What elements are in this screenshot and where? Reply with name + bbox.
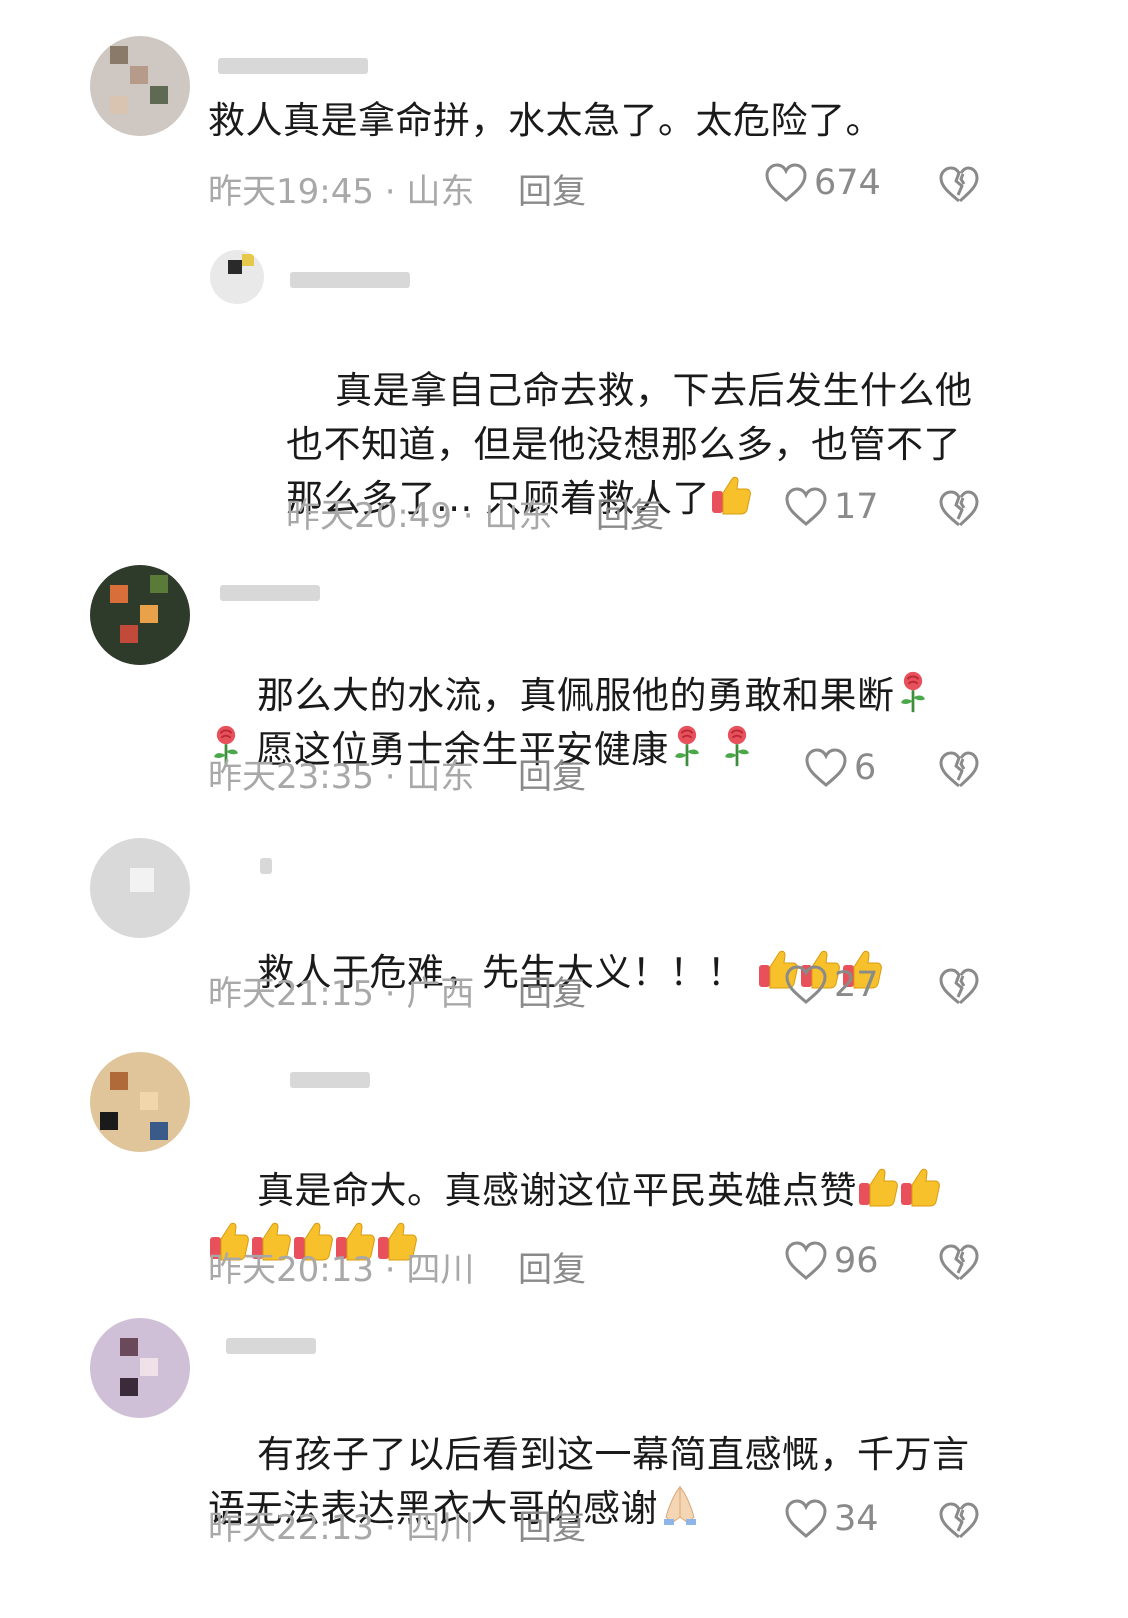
reply-button[interactable]: 回复 [518, 749, 586, 798]
broken-heart-icon[interactable] [938, 164, 980, 206]
avatar[interactable] [90, 36, 190, 136]
heart-outline-icon [784, 1240, 828, 1282]
username-blurred[interactable] [290, 262, 470, 296]
broken-heart-icon[interactable] [938, 749, 980, 791]
comment-text: 救人真是拿命拼，水太急了。太危险了。 [208, 99, 883, 142]
username-blurred[interactable] [210, 575, 390, 609]
avatar[interactable] [90, 1318, 190, 1418]
like-button[interactable]: 27 [784, 964, 879, 1006]
like-count: 17 [834, 487, 879, 527]
heart-outline-icon [764, 162, 808, 204]
like-count: 27 [834, 965, 879, 1005]
avatar[interactable] [210, 250, 264, 304]
avatar[interactable] [90, 1052, 190, 1152]
broken-heart-icon[interactable] [938, 1242, 980, 1284]
like-button[interactable]: 17 [784, 486, 879, 528]
heart-outline-icon [804, 747, 848, 789]
comment-time-location: 昨天20:13 · 四川 [208, 1250, 475, 1290]
like-button[interactable]: 674 [764, 162, 881, 204]
reply-button[interactable]: 回复 [518, 1242, 586, 1291]
like-button[interactable]: 96 [784, 1240, 879, 1282]
username-blurred[interactable] [210, 848, 390, 882]
thumbs-up-emoji [899, 1165, 941, 1209]
comment-time-location: 昨天20:49 · 山东 [286, 496, 553, 536]
like-button[interactable]: 34 [784, 1498, 879, 1540]
comment-text: 真是命大。真感谢这位平民英雄点赞 [208, 1110, 998, 1326]
broken-heart-icon[interactable] [938, 488, 980, 530]
comment-item: 真是命大。真感谢这位平民英雄点赞 昨天20:13 · 四川 回复 96 [0, 1052, 1128, 1292]
comment-item: 有孩子了以后看到这一幕简直感慨，千万言语无法表达黑衣大哥的感谢 昨天22:13 … [0, 1318, 1128, 1558]
like-count: 674 [814, 163, 881, 203]
reply-button[interactable]: 回复 [518, 164, 586, 213]
heart-outline-icon [784, 1498, 828, 1540]
like-count: 34 [834, 1499, 879, 1539]
username-blurred[interactable] [210, 48, 390, 82]
avatar[interactable] [90, 838, 190, 938]
comment-time-location: 昨天19:45 · 山东 [208, 172, 475, 212]
reply-button[interactable]: 回复 [596, 488, 664, 537]
heart-outline-icon [784, 964, 828, 1006]
thumbs-up-emoji [857, 1165, 899, 1209]
comment-text: 那么大的水流，真佩服他的勇敢和果断 愿这位勇士余生平安健康 [208, 615, 998, 831]
comment-time-location: 昨天22:13 · 四川 [208, 1508, 475, 1548]
reply-button[interactable]: 回复 [518, 966, 586, 1015]
comment-item: 救人于危难，先生大义！！！ 昨天21:15 · 广西 回复 27 [0, 838, 1128, 1018]
heart-outline-icon [784, 486, 828, 528]
username-blurred[interactable] [210, 1062, 390, 1096]
like-count: 6 [854, 748, 877, 788]
comment-item: 救人真是拿命拼，水太急了。太危险了。 昨天19:45 · 山东 回复 674 [0, 36, 1128, 226]
comment-text: 有孩子了以后看到这一幕简直感慨，千万言语无法表达黑衣大哥的感谢 [208, 1433, 970, 1530]
comment-time-location: 昨天21:15 · 广西 [208, 974, 475, 1014]
username-blurred[interactable] [210, 1328, 390, 1362]
comment-item: 那么大的水流，真佩服他的勇敢和果断 愿这位勇士余生平安健康 昨天23:35 · … [0, 565, 1128, 805]
reply-comment-item: 真是拿自己命去救，下去后发生什么他也不知道，但是他没想那么多，也管不了那么多了.… [0, 250, 1128, 540]
like-button[interactable]: 6 [804, 747, 876, 789]
comment-meta: 昨天20:49 · 山东 回复 [286, 484, 988, 537]
reply-button[interactable]: 回复 [518, 1500, 586, 1549]
comment-time-location: 昨天23:35 · 山东 [208, 757, 475, 797]
comment-text: 真是拿自己命去救，下去后发生什么他也不知道，但是他没想那么多，也管不了那么多了.… [286, 369, 973, 520]
avatar[interactable] [90, 565, 190, 665]
rose-emoji [895, 670, 931, 714]
like-count: 96 [834, 1241, 879, 1281]
broken-heart-icon[interactable] [938, 1500, 980, 1542]
broken-heart-icon[interactable] [938, 966, 980, 1008]
